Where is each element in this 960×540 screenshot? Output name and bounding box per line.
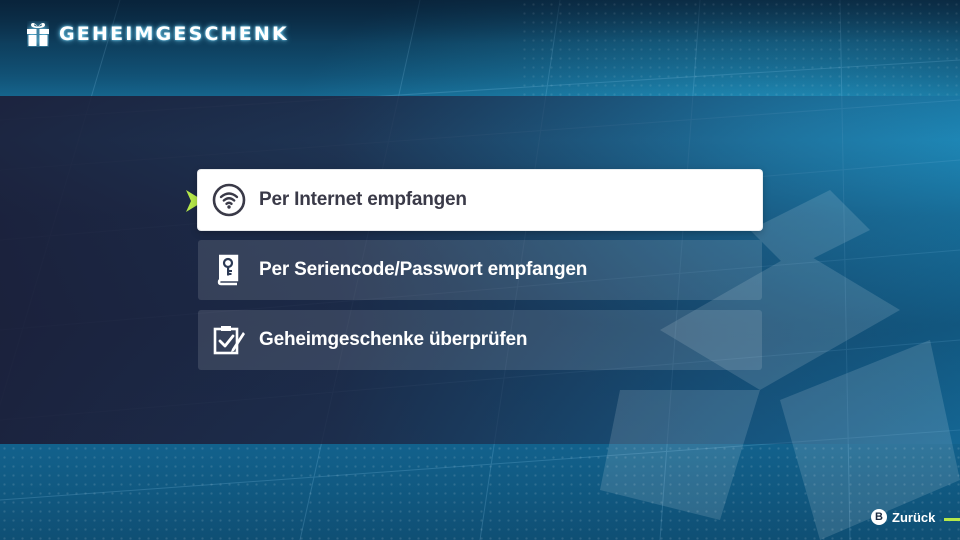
dot-pattern-top — [520, 0, 960, 96]
clipboard-check-icon — [212, 323, 246, 357]
menu-item-receive-serial-code[interactable]: Per Seriencode/Passwort empfangen — [198, 240, 762, 300]
menu-item-label: Per Internet empfangen — [259, 189, 467, 210]
key-card-icon — [212, 253, 246, 287]
secret-gift-screen: GEHEIMGESCHENK Per Internet empfangen Pe… — [0, 0, 960, 540]
page-title-text: GEHEIMGESCHENK — [59, 23, 289, 45]
wifi-icon — [212, 183, 246, 217]
back-button[interactable]: B Zurück — [871, 509, 935, 525]
menu-item-label: Per Seriencode/Passwort empfangen — [259, 259, 588, 280]
back-label: Zurück — [892, 509, 936, 525]
menu-item-check-gifts[interactable]: Geheimgeschenke überprüfen — [198, 310, 762, 370]
b-button-icon: B — [871, 509, 887, 525]
menu-item-label: Geheimgeschenke überprüfen — [259, 329, 528, 350]
footer-accent-line — [944, 518, 960, 521]
page-title: GEHEIMGESCHENK — [27, 19, 289, 49]
gift-menu: Per Internet empfangen Per Seriencode/Pa… — [198, 170, 762, 380]
gift-icon — [27, 22, 49, 46]
menu-item-receive-internet[interactable]: Per Internet empfangen — [198, 170, 762, 230]
